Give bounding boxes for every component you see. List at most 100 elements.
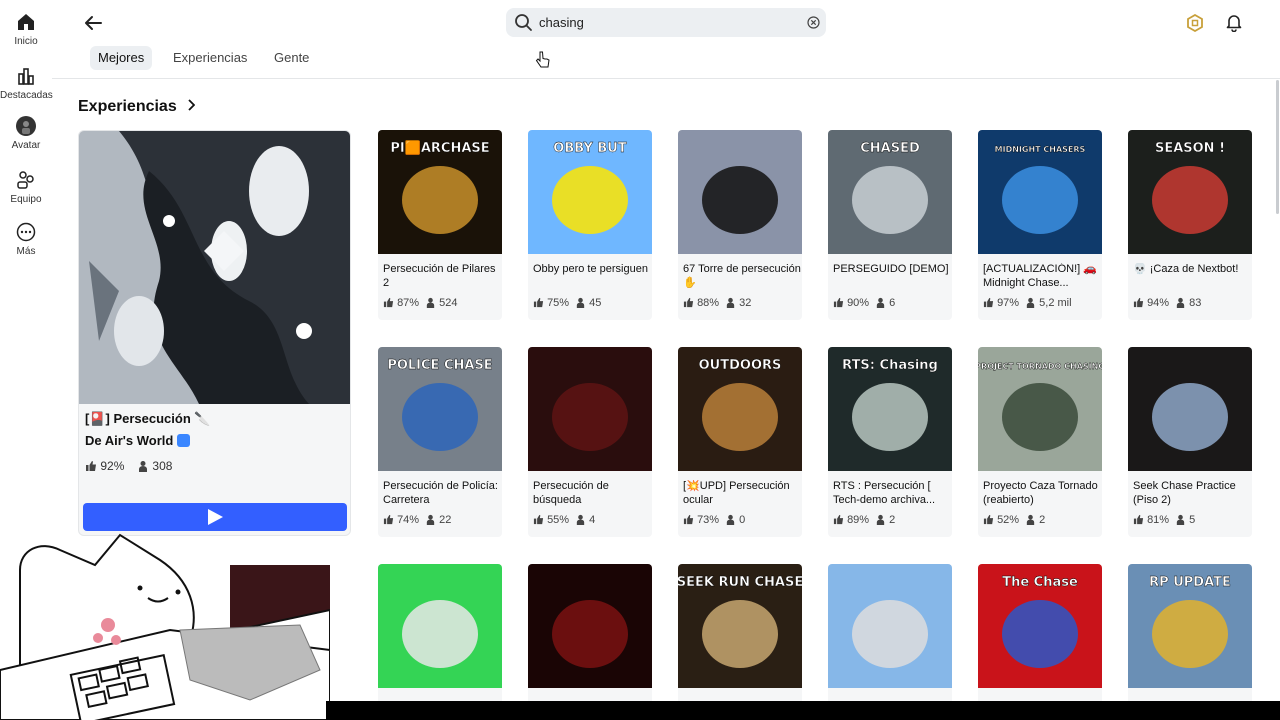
- experience-rating: 52%: [997, 514, 1020, 526]
- thumbs-up-icon: [983, 297, 994, 308]
- experience-players: 524: [439, 297, 458, 309]
- experience-card[interactable]: RTS: Chasing RTS : Persecución [ Tech-dem…: [828, 347, 952, 537]
- experience-card[interactable]: SEASON ! 💀 ¡Caza de Nextbot! 94% 83: [1128, 130, 1252, 320]
- experience-thumbnail: [378, 564, 502, 688]
- players-icon: [576, 514, 585, 525]
- scrollbar[interactable]: [1276, 80, 1279, 214]
- avatar-icon: [16, 116, 36, 136]
- header-divider: [52, 78, 1280, 79]
- experience-rating: 88%: [697, 297, 720, 309]
- featured-experience-card[interactable]: [🎴] Persecución 🔪 De Air's World 92% 308: [78, 130, 351, 536]
- experience-thumbnail: PROJECT TORNADO CHASING: [978, 347, 1102, 471]
- experience-thumbnail: OBBY BUT: [528, 130, 652, 254]
- search-bar[interactable]: [506, 8, 826, 37]
- experience-rating: 55%: [547, 514, 570, 526]
- thumbnail-art-text: PROJECT TORNADO CHASING: [978, 362, 1102, 371]
- tab-gente[interactable]: Gente: [266, 46, 317, 70]
- experience-card[interactable]: 67 Torre de persecución ✋ 88% 32: [678, 130, 802, 320]
- experience-thumbnail: The Chase: [978, 564, 1102, 688]
- players-icon: [876, 514, 885, 525]
- players-icon: [726, 297, 735, 308]
- experience-name: Persecución de Pilares 2: [383, 263, 496, 289]
- home-icon: [18, 14, 34, 30]
- experience-card[interactable]: OBBY BUT Obby pero te persiguen 75% 45: [528, 130, 652, 320]
- players-icon: [1026, 297, 1035, 308]
- experience-card[interactable]: SEEK RUN CHASE: [678, 564, 802, 720]
- robux-icon[interactable]: [1186, 14, 1204, 32]
- experience-thumbnail: SEASON !: [1128, 130, 1252, 254]
- thumbs-up-icon: [383, 297, 394, 308]
- experience-card[interactable]: CHASED PERSEGUIDO [DEMO] 90% 6: [828, 130, 952, 320]
- experience-players: 5: [1189, 514, 1196, 526]
- back-arrow-icon[interactable]: [82, 12, 104, 34]
- players-icon: [426, 297, 435, 308]
- experience-players: 4: [589, 514, 596, 526]
- experience-card[interactable]: Seek Chase Practice (Piso 2) 81% 5: [1128, 347, 1252, 537]
- experience-players: 5,2 mil: [1039, 297, 1072, 309]
- experience-thumbnail: MIDNIGHT CHASERS: [978, 130, 1102, 254]
- featured-rating: 92%: [100, 459, 125, 473]
- experience-thumbnail: SEEK RUN CHASE: [678, 564, 802, 688]
- thumbnail-art-text: CHASED: [860, 141, 920, 156]
- verified-badge-icon: [177, 434, 191, 447]
- thumbnail-art-text: RP UPDATE: [1149, 575, 1231, 590]
- featured-creator-name: De Air's World: [85, 433, 174, 448]
- nav-label-more: Más: [16, 246, 36, 257]
- experience-name: Seek Chase Practice (Piso 2): [1133, 480, 1236, 506]
- players-icon: [139, 461, 148, 472]
- nav-label-avatar: Avatar: [11, 140, 41, 151]
- experience-card[interactable]: RP UPDATE: [1128, 564, 1252, 720]
- tab-mejores[interactable]: Mejores: [90, 46, 153, 70]
- nav-item-group[interactable]: Equipo: [0, 170, 52, 205]
- experience-stats: 75% 45: [533, 297, 601, 309]
- tab-experiencias[interactable]: Experiencias: [165, 46, 255, 70]
- experience-name: [💥UPD] Persecución ocular: [683, 480, 790, 506]
- thumbnail-art-text: RTS: Chasing: [842, 358, 938, 373]
- nav-item-more[interactable]: Más: [0, 222, 52, 257]
- experience-stats: 97% 5,2 mil: [983, 297, 1072, 309]
- experience-card[interactable]: [378, 564, 502, 720]
- experience-thumbnail: PI🟧ARCHASE: [378, 130, 502, 254]
- group-icon: [17, 171, 34, 189]
- thumbs-up-icon: [1133, 297, 1144, 308]
- experience-rating: 74%: [397, 514, 420, 526]
- experience-card[interactable]: PROJECT TORNADO CHASING Proyecto Caza Tor…: [978, 347, 1102, 537]
- thumbs-up-icon: [683, 297, 694, 308]
- experience-thumbnail: [828, 564, 952, 688]
- experience-name: 67 Torre de persecución ✋: [683, 263, 801, 289]
- experience-players: 2: [889, 514, 896, 526]
- experience-card[interactable]: Persecución de búsqueda 55% 4: [528, 347, 652, 537]
- experience-rating: 90%: [847, 297, 870, 309]
- section-header[interactable]: Experiencias: [78, 98, 196, 116]
- thumbs-up-icon: [833, 297, 844, 308]
- search-input[interactable]: [539, 12, 799, 33]
- experience-card[interactable]: The Chase: [978, 564, 1102, 720]
- thumbs-up-icon: [533, 514, 544, 525]
- nav-item-charts[interactable]: Destacadas: [0, 66, 53, 101]
- nav-item-home[interactable]: Inicio: [0, 12, 52, 47]
- experience-thumbnail: POLICE CHASE: [378, 347, 502, 471]
- experience-card[interactable]: OUTDOORS [💥UPD] Persecución ocular 73% 0: [678, 347, 802, 537]
- nav-item-avatar[interactable]: Avatar: [0, 116, 52, 151]
- experience-card[interactable]: MIDNIGHT CHASERS [ACTUALIZACIÓN!] 🚗Midnig…: [978, 130, 1102, 320]
- featured-players: 308: [152, 459, 173, 473]
- nav-label-group: Equipo: [10, 194, 42, 205]
- play-button[interactable]: [83, 503, 347, 531]
- experience-rating: 97%: [997, 297, 1020, 309]
- notification-bell-icon[interactable]: [1224, 12, 1244, 32]
- clear-search-icon[interactable]: [807, 16, 820, 29]
- experience-name: [ACTUALIZACIÓN!] 🚗Midnight Chase...: [983, 263, 1097, 289]
- experience-stats: 88% 32: [683, 297, 751, 309]
- experience-name: 💀 ¡Caza de Nextbot!: [1133, 263, 1239, 275]
- experience-players: 22: [439, 514, 452, 526]
- experience-card[interactable]: [528, 564, 652, 720]
- play-icon: [208, 509, 223, 525]
- thumbnail-art-text: SEASON !: [1155, 141, 1225, 156]
- experience-thumbnail: [528, 347, 652, 471]
- experience-card[interactable]: POLICE CHASE Persecución de Policía: Carr…: [378, 347, 502, 537]
- experience-players: 6: [889, 297, 896, 309]
- experience-players: 2: [1039, 514, 1046, 526]
- experience-card[interactable]: PI🟧ARCHASE Persecución de Pilares 2 87% 5…: [378, 130, 502, 320]
- experience-card[interactable]: [828, 564, 952, 720]
- experience-name: RTS : Persecución [ Tech-demo archiva...: [833, 480, 936, 506]
